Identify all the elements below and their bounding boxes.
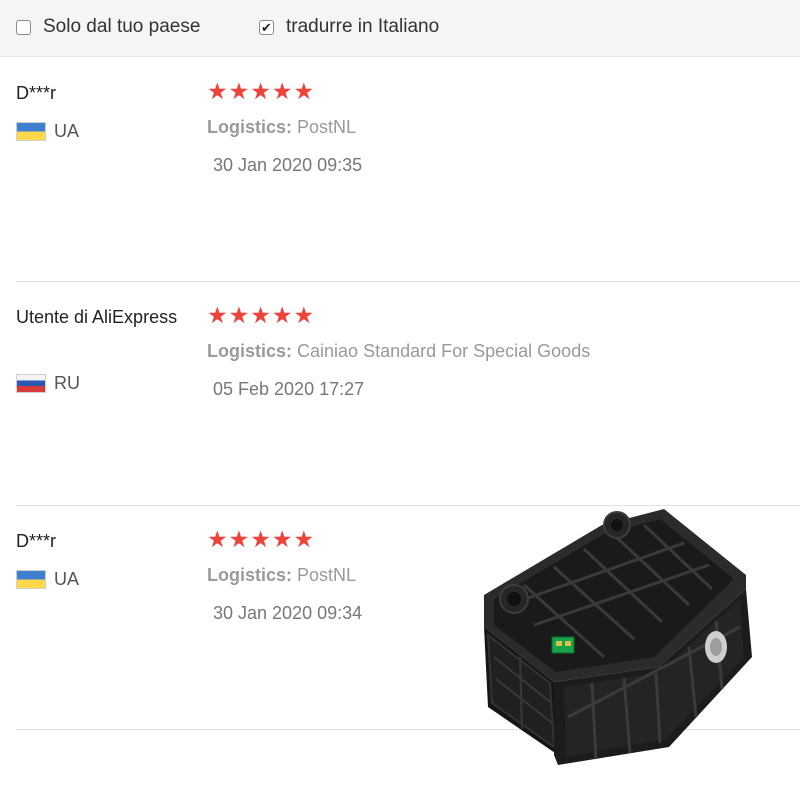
star-icon: ★ xyxy=(293,526,315,552)
star-icon: ★ xyxy=(228,78,250,104)
star-icon: ★ xyxy=(228,526,250,552)
star-icon: ★ xyxy=(228,302,250,328)
translate-checkbox[interactable]: ✔ xyxy=(259,19,274,35)
star-icon: ★ xyxy=(250,526,271,552)
logistics-value: PostNL xyxy=(297,117,357,137)
ukraine-flag-icon xyxy=(16,122,46,141)
own-country-label: Solo dal tuo paese xyxy=(43,16,201,37)
country-code: UA xyxy=(54,569,80,589)
ukraine-flag-icon xyxy=(16,570,46,589)
reviewer-country: RU xyxy=(16,373,80,394)
logistics-info: Logistics: PostNL xyxy=(207,565,356,586)
star-icon: ★ xyxy=(271,302,293,328)
star-icon: ★ xyxy=(293,78,315,104)
review-item: D***r UA ★ ★ ★ ★ ★ Logistics: PostNL 30 … xyxy=(16,58,800,282)
star-icon: ★ xyxy=(293,302,315,328)
star-icon: ★ xyxy=(207,302,228,328)
russia-flag-icon xyxy=(16,374,46,393)
filter-bar: Solo dal tuo paese ✔ tradurre in Italian… xyxy=(0,0,800,57)
reviewer-name: D***r xyxy=(16,83,57,103)
logistics-info: Logistics: PostNL xyxy=(207,117,356,138)
filter-translate[interactable]: ✔ tradurre in Italiano xyxy=(259,16,439,38)
star-icon: ★ xyxy=(271,78,293,104)
logistics-value: PostNL xyxy=(297,565,357,585)
reviewer-name: D***r xyxy=(16,531,57,551)
country-code: RU xyxy=(54,373,80,393)
star-rating: ★ ★ ★ ★ ★ xyxy=(207,528,314,551)
filter-own-country[interactable]: Solo dal tuo paese xyxy=(16,16,200,38)
review-date: 30 Jan 2020 09:34 xyxy=(213,603,363,623)
reviewer-country: UA xyxy=(16,569,79,590)
country-code: UA xyxy=(54,121,80,141)
star-rating: ★ ★ ★ ★ ★ xyxy=(207,304,314,327)
logistics-label: Logistics: xyxy=(207,117,293,137)
star-icon: ★ xyxy=(207,78,228,104)
star-rating: ★ ★ ★ ★ ★ xyxy=(207,80,314,103)
review-date: 30 Jan 2020 09:35 xyxy=(213,155,363,175)
translate-label: tradurre in Italiano xyxy=(286,16,440,37)
reviewer-country: UA xyxy=(16,121,79,142)
review-item: Utente di AliExpress RU ★ ★ ★ ★ ★ Logist… xyxy=(16,282,800,506)
star-icon: ★ xyxy=(271,526,293,552)
star-icon: ★ xyxy=(207,526,228,552)
own-country-checkbox[interactable] xyxy=(16,19,31,35)
reviewer-name: Utente di AliExpress xyxy=(16,307,178,327)
star-icon: ★ xyxy=(250,78,271,104)
check-icon: ✔ xyxy=(261,19,272,35)
logistics-label: Logistics: xyxy=(207,341,293,361)
logistics-info: Logistics: Cainiao Standard For Special … xyxy=(207,341,590,362)
star-icon: ★ xyxy=(250,302,271,328)
logistics-value: Cainiao Standard For Special Goods xyxy=(297,341,591,361)
logistics-label: Logistics: xyxy=(207,565,293,585)
ink-cartridge-photo[interactable] xyxy=(484,507,752,770)
review-date: 05 Feb 2020 17:27 xyxy=(213,379,365,399)
